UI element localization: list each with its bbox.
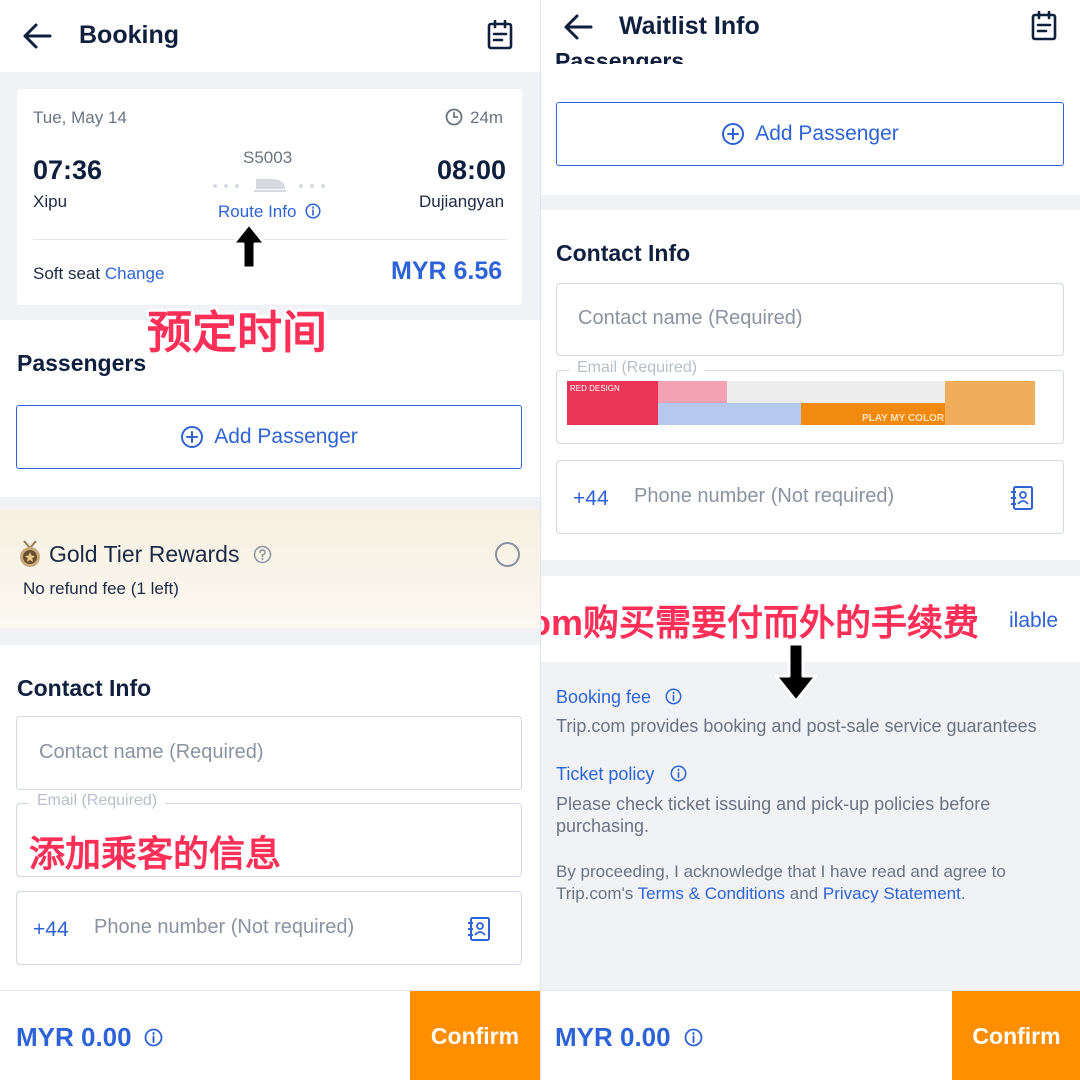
confirm-button[interactable]: Confirm [952,991,1080,1080]
rewards-radio[interactable] [495,542,520,567]
contact-name-placeholder: Contact name (Required) [578,307,803,329]
contact-title: Contact Info [556,240,691,266]
arrive-time: 08:00 [437,155,507,185]
info-icon[interactable] [305,203,321,219]
phone-placeholder: Phone number (Not required) [634,485,895,507]
add-passenger-label: Add Passenger [214,425,358,448]
contacts-book-icon[interactable] [1010,485,1034,511]
medal-icon [20,540,40,567]
add-passenger-label: Add Passenger [755,122,899,145]
ticket-price: MYR 6.56 [391,257,503,285]
route-info-link[interactable]: Route Info [218,202,296,222]
booking-screen: Booking Tue, May 14 24m 07:36 Xipu S5003… [0,0,540,1080]
help-icon[interactable] [253,545,272,564]
contact-section: Contact Info Contact name (Required) Ema… [0,645,540,990]
price-info-icon[interactable] [144,1028,163,1047]
depart-station: Xipu [33,192,68,211]
legal-and: and [789,884,819,903]
sticker-block-light-orange [945,381,1035,425]
email-label: Email (Required) [29,792,166,810]
email-label: Email (Required) [569,359,706,377]
booking-fee-info-icon[interactable] [665,688,682,705]
waitlist-screen: Add Passenger Passengers Waitlist Info C… [540,0,1080,1080]
total-price: MYR 0.00 [16,1022,132,1052]
train-number: S5003 [243,148,293,167]
sticker-tagline: PLAY MY COLOR [862,413,945,424]
add-passenger-button[interactable]: Add Passenger [556,102,1064,166]
trip-date: Tue, May 14 [33,108,127,127]
depart-time: 07:36 [33,155,103,185]
booking-header: Booking [0,0,540,72]
back-arrow-icon[interactable] [22,22,52,50]
contact-name-field[interactable]: Contact name (Required) [16,716,522,790]
trip-card: Tue, May 14 24m 07:36 Xipu S5003 Route I… [17,89,522,305]
train-icon [213,179,325,192]
change-seat-link[interactable]: Change [105,264,165,283]
notepad-icon[interactable] [1031,11,1057,41]
passengers-title: Passengers [17,350,147,376]
legal-notice: By proceeding, I acknowledge that I have… [556,861,1056,905]
booking-fee-description: Trip.com provides booking and post-sale … [556,716,1037,736]
divider [33,239,507,240]
legal-end: . [960,884,966,903]
ticket-policy-info-icon[interactable] [670,765,687,782]
ticket-policy-link[interactable]: Ticket policy [556,764,654,785]
privacy-link[interactable]: Privacy Statement [823,884,961,903]
country-code[interactable]: +44 [573,487,609,511]
rewards-subtitle: No refund fee (1 left) [23,579,179,598]
ticket-policy-description: Please check ticket issuing and pick-up … [556,794,991,836]
price-info-icon[interactable] [684,1028,703,1047]
arrow-down-icon [774,642,818,703]
header-bar: Waitlist Info [541,0,1080,52]
add-passenger-button[interactable]: Add Passenger [16,405,522,469]
back-arrow-icon[interactable] [563,13,593,41]
seat-row: Soft seat Change [33,264,164,284]
waitlist-header: Passengers Waitlist Info [541,0,1080,64]
sticker-brand: RED DESIGN [570,384,620,393]
red-design-sticker: RED DESIGN PLAY MY COLOR [567,381,1035,425]
contact-name-placeholder: Contact name (Required) [39,741,264,763]
page-title: Waitlist Info [619,12,760,40]
annotation-add-passenger-info: 添加乘客的信息 [29,833,282,874]
plus-circle-icon [181,426,204,448]
booking-footer: MYR 0.00 Confirm [0,990,540,1080]
contacts-book-icon[interactable] [467,916,491,942]
clock-icon [445,108,463,126]
phone-field[interactable]: +44 Phone number (Not required) [16,891,522,965]
annotation-extra-fee: 在Trip.com购买需要付而外的手续费 [541,602,980,643]
waitlist-footer: MYR 0.00 Confirm [541,990,1080,1080]
annotation-booking-time: 预定时间 [147,307,328,358]
rewards-section[interactable]: Gold Tier Rewards No refund fee (1 left) [0,510,540,628]
arrive-station: Dujiangyan [419,192,505,211]
phone-field[interactable]: +44 Phone number (Not required) [556,460,1064,534]
country-code[interactable]: +44 [33,918,69,942]
confirm-button[interactable]: Confirm [410,991,540,1080]
phone-placeholder: Phone number (Not required) [94,916,355,938]
arrow-up-icon [231,222,267,270]
page-title: Booking [79,21,179,49]
trip-duration: 24m [470,108,504,127]
availability-link[interactable]: ilable [1009,609,1058,633]
contact-name-field[interactable]: Contact name (Required) [556,283,1064,356]
sticker-block-pink [658,381,727,403]
booking-fee-link[interactable]: Booking fee [556,687,651,708]
sticker-block-blue [658,403,801,425]
rewards-title: Gold Tier Rewards [49,541,240,567]
sticker-block-gray [727,381,945,403]
seat-type: Soft seat [33,264,101,283]
policy-section: Booking fee Trip.com provides booking an… [541,662,1080,990]
contact-title: Contact Info [17,675,152,701]
notepad-icon[interactable] [487,20,513,50]
total-price: MYR 0.00 [555,1022,671,1052]
plus-circle-icon [722,123,745,145]
terms-link[interactable]: Terms & Conditions [638,884,785,903]
